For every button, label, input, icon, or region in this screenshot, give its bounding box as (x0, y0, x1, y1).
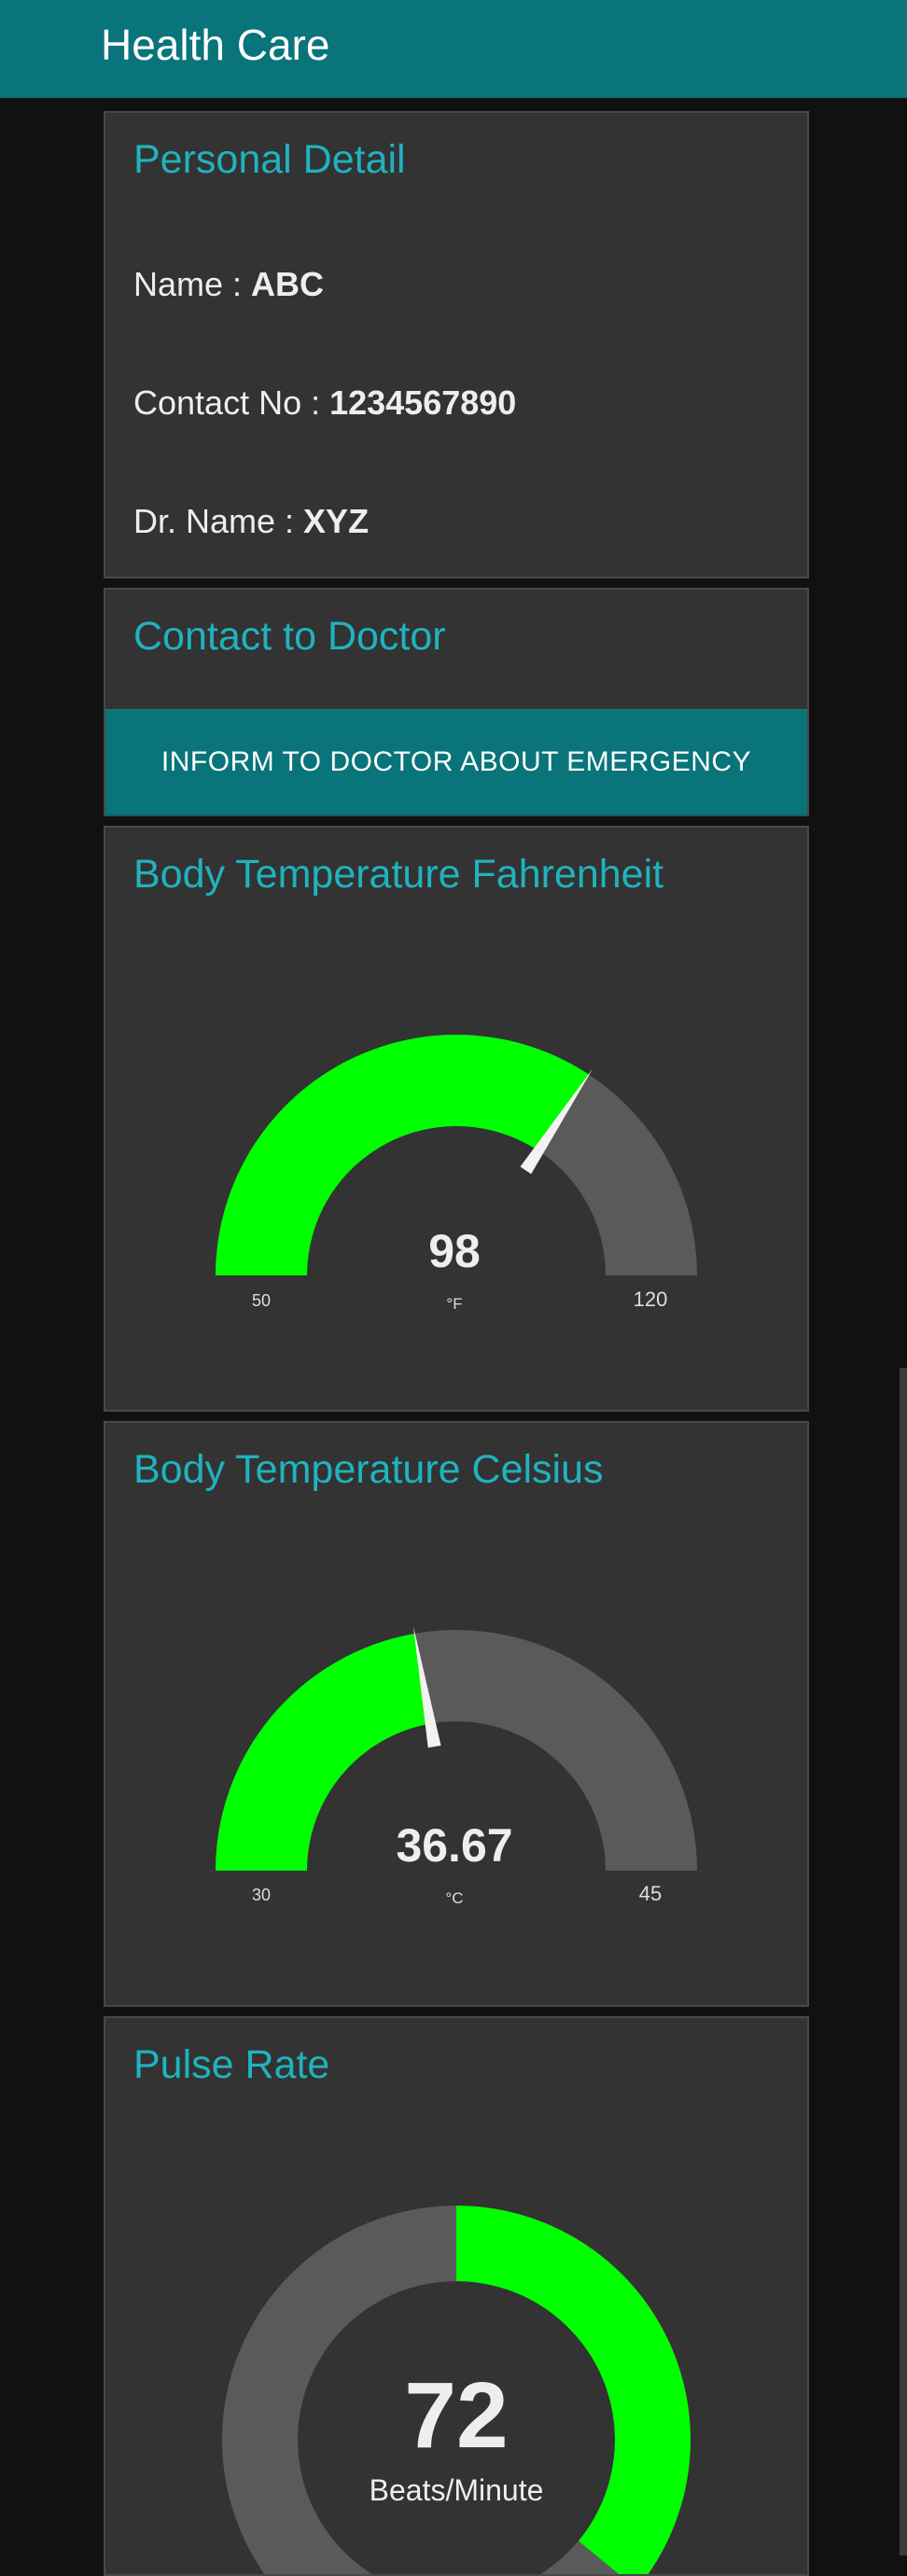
doctor-value: XYZ (303, 502, 370, 540)
celsius-value: 36.67 (396, 1819, 512, 1872)
name-label: Name : (133, 265, 252, 303)
celsius-unit: °C (445, 1889, 463, 1907)
inform-doctor-emergency-button[interactable]: INFORM TO DOCTOR ABOUT EMERGENCY (105, 709, 807, 815)
personal-detail-card: Personal Detail Name : ABC Contact No : … (104, 111, 809, 578)
celsius-min-label: 30 (252, 1886, 271, 1904)
pulse-gauge: 72 Beats/Minute (222, 2206, 691, 2574)
celsius-card: Body Temperature Celsius 36.67 °C 30 45 (104, 1421, 809, 2007)
personal-detail-title: Personal Detail (133, 137, 406, 182)
contact-row: Contact No : 1234567890 (133, 383, 516, 423)
pulse-card: Pulse Rate 72 Beats/Minute (104, 2016, 809, 2576)
pulse-unit: Beats/Minute (370, 2473, 544, 2507)
contact-doctor-card: Contact to Doctor INFORM TO DOCTOR ABOUT… (104, 588, 809, 816)
name-value: ABC (251, 265, 325, 303)
fahrenheit-card: Body Temperature Fahrenheit 98 °F 50 120 (104, 826, 809, 1412)
fahrenheit-unit: °F (446, 1295, 462, 1313)
celsius-gauge: 36.67 °C 30 45 (216, 1626, 697, 1907)
celsius-max-label: 45 (639, 1882, 662, 1905)
scrollbar-thumb[interactable] (900, 1368, 907, 2555)
contact-value: 1234567890 (329, 383, 517, 422)
doctor-row: Dr. Name : XYZ (133, 502, 369, 541)
name-row: Name : ABC (133, 265, 324, 304)
app-title: Health Care (101, 21, 330, 69)
contact-doctor-title: Contact to Doctor (133, 614, 446, 659)
pulse-value: 72 (404, 2363, 508, 2468)
fahrenheit-max-label: 120 (634, 1288, 668, 1311)
fahrenheit-value: 98 (428, 1225, 481, 1277)
contact-label: Contact No : (133, 383, 330, 422)
app-bar: Health Care (0, 0, 907, 98)
doctor-label: Dr. Name : (133, 502, 304, 540)
fahrenheit-gauge: 98 °F 50 120 (216, 1035, 697, 1313)
fahrenheit-min-label: 50 (252, 1291, 271, 1310)
